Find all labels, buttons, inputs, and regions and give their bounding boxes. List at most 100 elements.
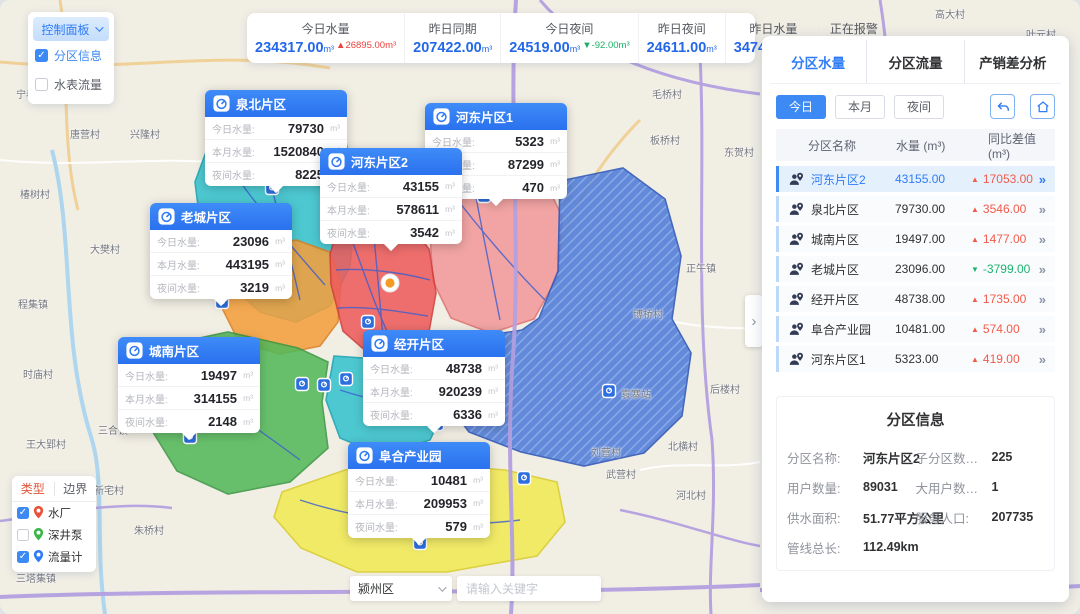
selected-marker-icon[interactable] [381,274,399,292]
map-label: 大樊村 [90,241,120,256]
panel-collapse-handle[interactable]: › [745,295,763,347]
search-input[interactable] [457,576,601,601]
legend-tab-type[interactable]: 类型 [12,480,54,497]
district-popup-title: 经开片区 [394,334,444,353]
row-detail-chevron-icon: » [1039,292,1046,307]
info-field-label: 大用户数… [916,478,992,497]
district-popup[interactable]: 河东片区2今日水量:43155m³本月水量:578611m³夜间水量:3542m… [320,148,462,249]
meter-marker-icon[interactable] [603,385,616,398]
district-popup-body: 今日水量:10481m³本月水量:209953m³夜间水量:579m³ [348,469,490,538]
popup-metric-value: 19497 [181,368,237,383]
popup-metric-row: 本月水量:578611m³ [320,198,462,221]
table-row-河东片区2[interactable]: 河东片区243155.00▲17053.00» [776,166,1055,192]
checkbox-icon[interactable] [17,529,29,541]
district-popup[interactable]: 经开片区今日水量:48738m³本月水量:920239m³夜间水量:6336m³ [363,330,505,431]
panel-tabs: 分区水量 分区流量 产销差分析 [770,40,1061,84]
district-popup[interactable]: 城南片区今日水量:19497m³本月水量:314155m³夜间水量:2148m³ [118,337,260,438]
popup-metric-unit: m³ [237,393,253,403]
control-panel-items: ✓分区信息水表流量 [33,41,109,99]
arrow-up-icon: ▲ [971,175,979,184]
district-select[interactable]: 颍州区 [350,576,452,601]
checkbox-icon[interactable]: ✓ [17,507,29,519]
layer-toggle-水表流量[interactable]: 水表流量 [33,70,109,99]
tab-partition-flow[interactable]: 分区流量 [866,40,963,83]
meter-marker-icon[interactable] [318,379,331,392]
tab-partition-volume[interactable]: 分区水量 [770,40,866,83]
home-button[interactable] [1030,94,1055,119]
row-yoy-diff: ▲3546.00 [971,202,1039,216]
legend-item-label: 深井泵 [48,527,83,543]
row-volume-value: 48738.00 [895,292,971,306]
district-popup[interactable]: 老城片区今日水量:23096m³本月水量:443195m³夜间水量:3219m³ [150,203,292,304]
popup-metric-value: 209953 [411,496,467,511]
meter-marker-icon[interactable] [296,378,309,391]
legend-tab-boundary[interactable]: 边界 [54,482,97,496]
table-row-城南片区[interactable]: 城南片区19497.00▲1477.00» [776,226,1055,252]
popup-metric-unit: m³ [237,417,253,427]
checkbox-icon[interactable]: ✓ [17,551,29,563]
info-field-label: 管线总长: [787,538,863,557]
info-field-value: 河东片区2 [863,448,920,467]
table-row-老城片区[interactable]: 老城片区23096.00▼-3799.00» [776,256,1055,282]
district-popup-header: 城南片区 [118,337,260,364]
popup-metric-unit: m³ [439,228,455,238]
map-label: 后楼村 [710,381,740,396]
filter-night[interactable]: 夜间 [894,95,944,119]
legend-item-水厂[interactable]: ✓水厂 [12,502,96,524]
district-gauge-icon [126,342,143,359]
stat-label: 今日水量 [255,20,396,37]
chevron-down-icon [95,23,103,31]
popup-metric-label: 今日水量: [157,234,213,249]
map-label: 程集镇 [18,296,48,311]
stat-昨日同期: 昨日同期207422.00m³ [404,13,500,63]
popup-metric-unit: m³ [467,475,483,485]
district-gauge-icon [356,447,373,464]
meter-marker-icon[interactable] [340,373,353,386]
filter-month[interactable]: 本月 [835,95,885,119]
partition-info-card: 分区信息 分区名称:河东片区2子分区数…225用户数量:89031大用户数…1供… [776,396,1055,571]
popup-metric-row: 今日水量:48738m³ [363,357,505,380]
map-label: 兴隆村 [130,126,160,141]
filter-today[interactable]: 今日 [776,95,826,119]
row-detail-chevron-icon: » [1039,322,1046,337]
map-label: 新宅村 [94,482,124,497]
chevron-down-icon [438,583,446,591]
checkbox-icon[interactable] [35,78,48,91]
meter-marker-icon[interactable] [518,472,531,485]
map-label: 河北村 [676,487,706,502]
legend-item-深井泵[interactable]: 深井泵 [12,524,96,546]
map-label: 时庙村 [23,366,53,381]
row-district-name: 阜合产业园 [811,321,895,338]
row-yoy-value: 1735.00 [983,292,1026,306]
control-panel-toggle[interactable]: 控制面板 [33,17,109,41]
district-popup[interactable]: 阜合产业园今日水量:10481m³本月水量:209953m³夜间水量:579m³ [348,442,490,543]
table-row-泉北片区[interactable]: 泉北片区79730.00▲3546.00» [776,196,1055,222]
table-row-经开片区[interactable]: 经开片区48738.00▲1735.00» [776,286,1055,312]
undo-icon [996,100,1010,114]
table-row-河东片区1[interactable]: 河东片区15323.00▲419.00» [776,346,1055,372]
map-label: 武营村 [606,466,636,481]
meter-marker-icon[interactable] [362,316,375,329]
col-volume: 水量 (m³) [896,137,974,154]
tab-nrw-analysis[interactable]: 产销差分析 [964,40,1061,83]
partition-info-fields: 分区名称:河东片区2子分区数…225用户数量:89031大用户数…1供水面积:5… [787,442,1044,562]
row-district-name: 老城片区 [811,261,895,278]
legend-item-流量计[interactable]: ✓流量计 [12,546,96,568]
popup-metric-label: 今日水量: [432,134,488,149]
row-district-name: 经开片区 [811,291,895,308]
row-yoy-value: 17053.00 [983,172,1033,186]
row-detail-chevron-icon: » [1039,352,1046,367]
checkbox-icon[interactable]: ✓ [35,49,48,62]
partition-info-title: 分区信息 [787,409,1044,430]
popup-metric-unit: m³ [544,183,560,193]
undo-button[interactable] [990,94,1015,119]
popup-metric-unit: m³ [544,159,560,169]
popup-metric-unit: m³ [482,363,498,373]
table-row-阜合产业园[interactable]: 阜合产业园10481.00▲574.00» [776,316,1055,342]
layer-toggle-分区信息[interactable]: ✓分区信息 [33,41,109,70]
popup-metric-unit: m³ [269,259,285,269]
map-label: 刘营村 [591,444,621,459]
district-select-value: 颍州区 [358,580,394,597]
district-popup-title: 城南片区 [149,341,199,360]
map-label: 高大村 [935,6,965,21]
